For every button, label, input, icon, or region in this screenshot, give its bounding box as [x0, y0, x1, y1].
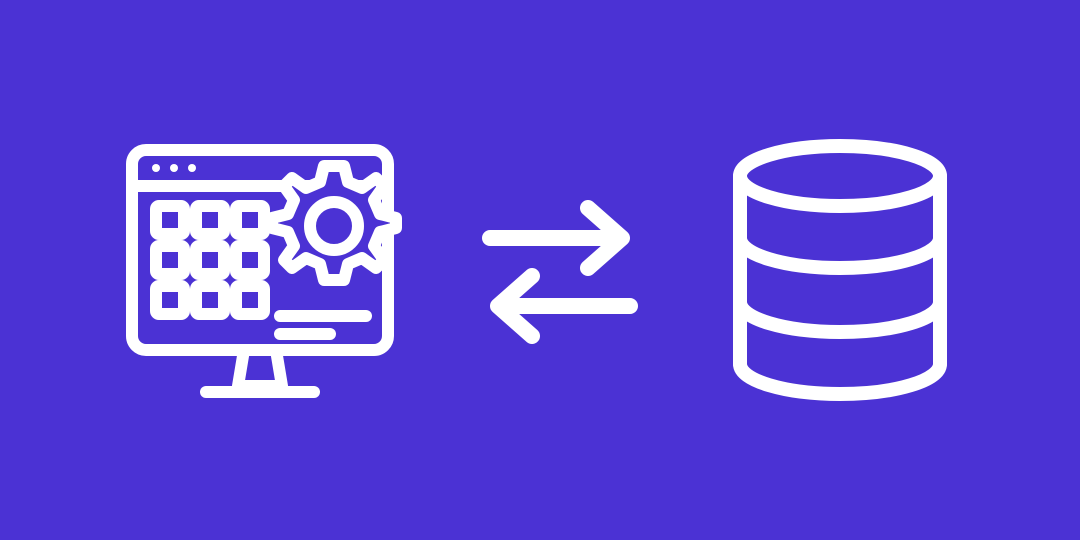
- computer-gear-icon: [110, 120, 410, 420]
- sync-arrows-icon: [460, 170, 660, 370]
- database-icon: [710, 120, 970, 420]
